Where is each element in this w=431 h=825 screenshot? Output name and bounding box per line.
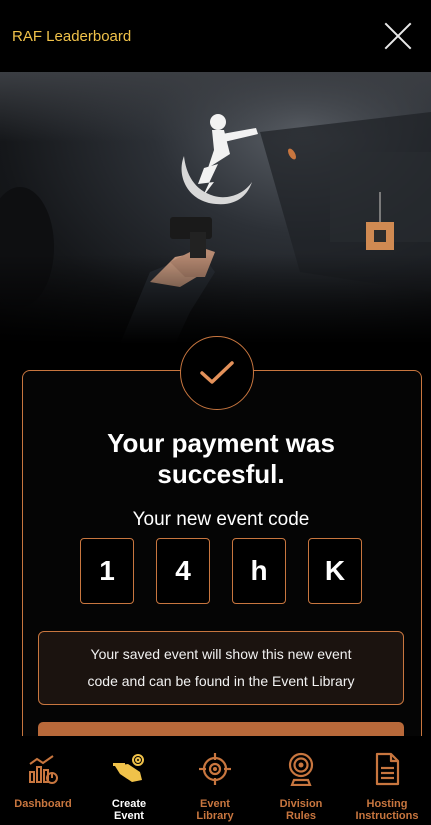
code-char: h bbox=[232, 538, 286, 604]
event-code-label: Your new event code bbox=[132, 509, 310, 530]
app-header: RAF Leaderboard bbox=[0, 0, 431, 72]
success-headline: Your payment was succesful. bbox=[107, 428, 335, 489]
event-library-note: Your saved event will show this new even… bbox=[38, 631, 404, 705]
code-char: K bbox=[308, 538, 362, 604]
tab-hosting-instructions[interactable]: Hosting Instructions bbox=[344, 736, 430, 825]
bottom-tab-bar: Dashboard Create Event Event Library Div… bbox=[0, 736, 431, 825]
target-stand-icon bbox=[288, 752, 314, 786]
code-char: 4 bbox=[156, 538, 210, 604]
dashboard-chart-icon bbox=[29, 755, 58, 784]
document-icon bbox=[375, 752, 400, 786]
success-check-badge bbox=[180, 336, 254, 410]
code-char: 1 bbox=[80, 538, 134, 604]
tab-dashboard[interactable]: Dashboard bbox=[0, 736, 86, 825]
hero-image bbox=[0, 72, 431, 344]
tab-event-library[interactable]: Event Library bbox=[172, 736, 258, 825]
app-title: RAF Leaderboard bbox=[12, 27, 132, 45]
shooter-target-icon bbox=[113, 754, 144, 782]
tab-create-event[interactable]: Create Event bbox=[86, 736, 172, 825]
close-icon[interactable] bbox=[381, 19, 415, 53]
tab-division-rules[interactable]: Division Rules bbox=[258, 736, 344, 825]
check-icon bbox=[200, 361, 234, 384]
crosshair-icon bbox=[199, 753, 231, 785]
